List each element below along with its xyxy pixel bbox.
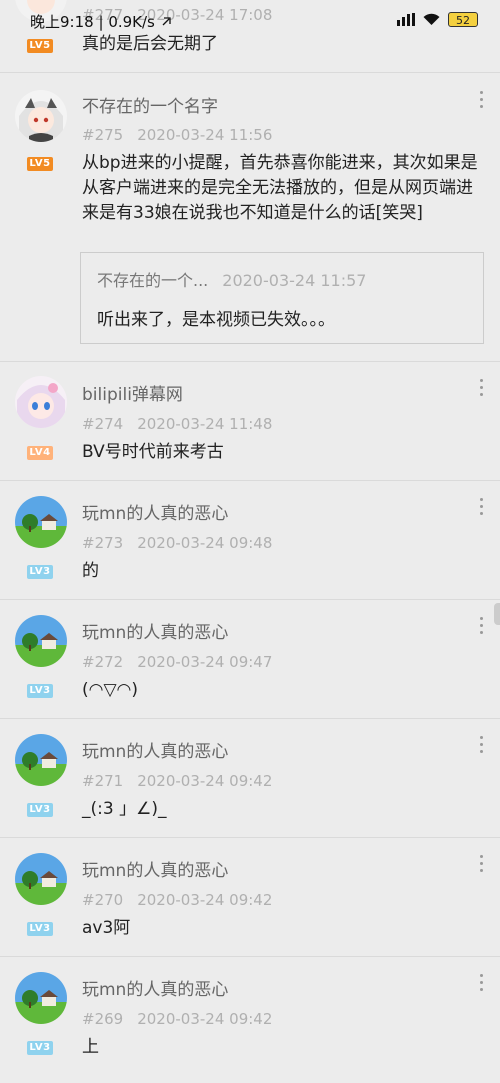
avatar[interactable] [15,734,67,786]
wifi-icon [423,13,440,25]
comment-number: #271 [82,772,124,790]
username[interactable]: 玩mn的人真的恶心 [82,856,228,881]
pink-anime-avatar-icon [15,376,67,428]
reply-header: 不存在的一个... 2020-03-24 11:57 [97,267,366,291]
more-options-icon[interactable] [480,736,484,757]
comment-meta: #274 2020-03-24 11:48 [82,415,272,433]
level-badge: LV3 [27,1041,53,1055]
level-badge: LV4 [27,446,53,460]
comment-number: #273 [82,534,124,552]
more-options-icon[interactable] [480,379,484,400]
username[interactable]: 玩mn的人真的恶心 [82,975,228,1000]
comment-meta: #275 2020-03-24 11:56 [82,126,272,144]
avatar[interactable] [15,496,67,548]
comment-number: #272 [82,653,124,671]
landscape-avatar-icon [15,853,67,905]
avatar[interactable] [15,972,67,1024]
status-bar: 晚上9:18 | 0.9K/s 52 [0,0,500,40]
mute-icon [162,17,171,26]
more-options-icon[interactable] [480,498,484,519]
landscape-avatar-icon [15,972,67,1024]
comment-meta: #270 2020-03-24 09:42 [82,891,272,909]
comment-time: 2020-03-24 09:48 [137,534,273,552]
comment-item: 玩mn的人真的恶心 #269 2020-03-24 09:42 LV3 上 [0,956,500,1083]
reply-text: 听出来了，是本视频已失效。。。 [97,310,335,330]
comment-time: 2020-03-24 09:47 [137,653,273,671]
level-badge: LV3 [27,922,53,936]
avatar[interactable] [15,615,67,667]
comment-number: #269 [82,1010,124,1028]
level-badge: LV3 [27,684,53,698]
landscape-avatar-icon [15,496,67,548]
comment-time: 2020-03-24 09:42 [137,891,273,909]
comment-text: (◠▽◠) [82,680,139,700]
anime-girl-avatar-icon [15,90,67,142]
comment-meta: #269 2020-03-24 09:42 [82,1010,272,1028]
comment-number: #270 [82,891,124,909]
comment-item: 玩mn的人真的恶心 #273 2020-03-24 09:48 LV3 的 [0,480,500,600]
comment-item: 玩mn的人真的恶心 #271 2020-03-24 09:42 LV3 _(:3 … [0,718,500,838]
comment-item: 不存在的一个名字 #275 2020-03-24 11:56 LV5 从bp进来的… [0,72,500,362]
comment-text: _(:3 」∠)_ [82,799,167,819]
comment-time: 2020-03-24 11:48 [137,415,273,433]
level-badge: LV5 [27,39,53,53]
username[interactable]: 玩mn的人真的恶心 [82,618,228,643]
more-options-icon[interactable] [480,617,484,638]
level-badge: LV3 [27,565,53,579]
battery-icon: 52 [448,12,478,27]
comment-text: 上 [82,1037,99,1057]
username[interactable]: 玩mn的人真的恶心 [82,737,228,762]
username[interactable]: 玩mn的人真的恶心 [82,499,228,524]
reply-box[interactable]: 不存在的一个... 2020-03-24 11:57 听出来了，是本视频已失效。。… [80,252,484,344]
comment-item: bilipili弹幕网 #274 2020-03-24 11:48 LV4 BV号… [0,361,500,481]
comment-item: 玩mn的人真的恶心 #272 2020-03-24 09:47 LV3 (◠▽◠) [0,599,500,719]
comment-text: 从bp进来的小提醒，首先恭喜你能进来，其次如果是从客户端进来的是完全无法播放的，… [82,153,478,223]
comment-time: 2020-03-24 09:42 [137,1010,273,1028]
username[interactable]: bilipili弹幕网 [82,380,183,405]
edge-swipe-handle[interactable] [494,603,500,625]
avatar[interactable] [15,853,67,905]
level-badge: LV5 [27,157,53,171]
signal-icon [397,13,415,26]
comment-meta: #271 2020-03-24 09:42 [82,772,272,790]
clock: 晚上9:18 [30,13,94,31]
comment-number: #275 [82,126,124,144]
level-badge: LV3 [27,803,53,817]
comment-time: 2020-03-24 09:42 [137,772,273,790]
comment-meta: #273 2020-03-24 09:48 [82,534,272,552]
landscape-avatar-icon [15,615,67,667]
landscape-avatar-icon [15,734,67,786]
avatar[interactable] [15,90,67,142]
comment-text: 的 [82,561,99,581]
separator: | [98,13,104,31]
comment-time: 2020-03-24 11:56 [137,126,273,144]
more-options-icon[interactable] [480,855,484,876]
reply-time: 2020-03-24 11:57 [222,271,367,290]
comment-meta: #272 2020-03-24 09:47 [82,653,272,671]
comment-text: av3阿 [82,918,131,938]
network-speed: 0.9K/s [108,13,155,31]
comment-item: 玩mn的人真的恶心 #270 2020-03-24 09:42 LV3 av3阿 [0,837,500,957]
reply-username[interactable]: 不存在的一个... [97,271,208,290]
comment-text: BV号时代前来考古 [82,442,224,462]
avatar[interactable] [15,376,67,428]
status-bar-left: 晚上9:18 | 0.9K/s [30,11,172,32]
more-options-icon[interactable] [480,974,484,995]
username[interactable]: 不存在的一个名字 [82,92,218,117]
comment-number: #274 [82,415,124,433]
more-options-icon[interactable] [480,91,484,112]
